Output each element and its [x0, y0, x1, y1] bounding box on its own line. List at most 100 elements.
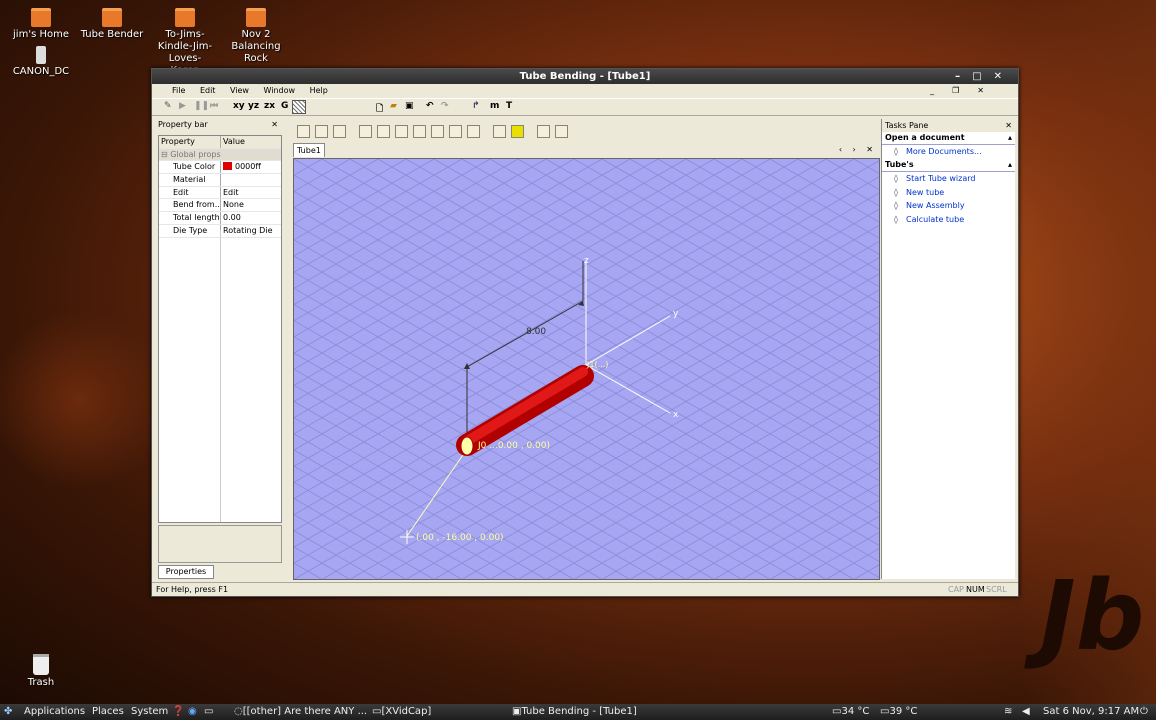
menu-edit[interactable]: Edit	[200, 86, 216, 95]
clock[interactable]: Sat 6 Nov, 9:17 AM	[1043, 704, 1139, 720]
close-button[interactable]: ✕	[994, 71, 1014, 82]
undo-icon[interactable]: ↶	[426, 101, 434, 111]
new-file-icon[interactable]: 🗋	[376, 101, 383, 117]
menu-help[interactable]: Help	[310, 86, 328, 95]
highlight-icon[interactable]	[511, 125, 524, 138]
close-icon[interactable]: ✕	[1005, 119, 1012, 132]
zoom-icon[interactable]	[297, 125, 310, 138]
column-header-value: Value	[223, 137, 245, 146]
wireframe-icon[interactable]	[537, 125, 550, 138]
minimize-button[interactable]: –	[955, 71, 972, 82]
gnome-foot-icon[interactable]: ✤	[4, 704, 12, 720]
wallpaper-shape	[0, 300, 160, 500]
table-row[interactable]: Tube Color 0000ff	[159, 161, 281, 175]
view-xy-button[interactable]: xy	[233, 101, 245, 111]
mdi-restore-button[interactable]: ❐	[952, 86, 965, 95]
measure-m-button[interactable]: m	[490, 101, 499, 111]
taskbar-window-xvidcap[interactable]: ▭ [XVidCap]	[372, 704, 431, 720]
link-new-tube[interactable]: New tube	[882, 186, 1015, 200]
zoom-all-icon[interactable]	[333, 125, 346, 138]
shaded-icon[interactable]	[555, 125, 568, 138]
window-titlebar[interactable]: Tube Bending - [Tube1] –□✕	[152, 69, 1018, 84]
link-new-assembly[interactable]: New Assembly	[882, 199, 1015, 213]
taskbar-window-tube-bending[interactable]: ▣ Tube Bending - [Tube1]	[512, 704, 637, 720]
close-icon[interactable]: ✕	[271, 119, 278, 131]
property-group[interactable]: ⊟ Global props	[159, 148, 281, 162]
rewind-icon[interactable]: ⏮	[210, 101, 218, 111]
play-icon[interactable]: ▶	[179, 101, 186, 111]
desktop-icon-home[interactable]: jim's Home	[5, 8, 77, 41]
pause-icon[interactable]: ❚❚	[194, 101, 209, 111]
desktop-icon-kindle-folder[interactable]: To-Jims-Kindle-Jim-Loves-Karen	[148, 8, 222, 77]
taskbar-window-other[interactable]: ◌ [[other] Are there ANY ...	[234, 704, 367, 720]
desktop-icon-tube-bender[interactable]: Tube Bender	[76, 8, 148, 41]
help-icon[interactable]: ❓	[172, 704, 184, 720]
text-t-button[interactable]: T	[506, 101, 512, 111]
desktop-icon-trash[interactable]: Trash	[5, 654, 77, 689]
link-more-documents[interactable]: More Documents...	[882, 145, 1015, 159]
view-iso-icon[interactable]	[467, 125, 480, 138]
table-row[interactable]: Total length 0.00	[159, 212, 281, 225]
property-name: Bend from...	[159, 199, 221, 212]
menu-file[interactable]: File	[172, 86, 185, 95]
folder-icon	[175, 8, 195, 27]
3d-viewport[interactable]: 8.00 z y x J0 ...0.00 , 0.00) J1(...) (.…	[293, 158, 880, 580]
menu-view[interactable]: View	[230, 86, 249, 95]
taskbar-window-label: [[other] Are there ANY ...	[242, 706, 368, 717]
rotate-icon[interactable]	[493, 125, 506, 138]
tab-properties[interactable]: Properties	[158, 565, 214, 579]
menu-system[interactable]: System	[131, 704, 168, 720]
view-top-icon[interactable]	[431, 125, 444, 138]
dimension-label: 8.00	[526, 327, 546, 337]
grid-g-button[interactable]: G	[281, 101, 288, 111]
menu-window[interactable]: Window	[264, 86, 296, 95]
power-icon[interactable]: ⏻	[1140, 704, 1148, 720]
view-left-icon[interactable]	[395, 125, 408, 138]
property-value[interactable]: Rotating Die	[221, 225, 281, 237]
zoom-window-icon[interactable]	[315, 125, 328, 138]
grid-toggle-icon[interactable]	[292, 100, 306, 114]
volume-icon[interactable]: ◀	[1022, 704, 1030, 720]
section-tubes[interactable]: Tube's ▴	[882, 159, 1015, 172]
property-value[interactable]: None	[221, 199, 281, 211]
view-yz-button[interactable]: yz	[248, 101, 259, 111]
bend-icon[interactable]: ↱	[472, 101, 480, 111]
property-value[interactable]: Edit	[221, 187, 281, 199]
property-value[interactable]	[221, 174, 281, 186]
link-calculate-tube[interactable]: Calculate tube	[882, 213, 1015, 227]
redo-icon[interactable]: ↷	[441, 101, 449, 111]
chevron-up-icon[interactable]: ▴	[1008, 159, 1012, 171]
cpu-temp: ▭ 34 °C	[832, 704, 869, 720]
link-start-tube-wizard[interactable]: Start Tube wizard	[882, 172, 1015, 186]
browser-icon[interactable]: ◉	[188, 704, 197, 720]
status-cap: CAP	[948, 585, 964, 594]
property-value[interactable]: 0.00	[221, 212, 281, 224]
section-open-document[interactable]: Open a document ▴	[882, 132, 1015, 145]
view-zx-button[interactable]: zx	[264, 101, 275, 111]
menu-places[interactable]: Places	[92, 704, 124, 720]
view-bottom-icon[interactable]	[449, 125, 462, 138]
desktop-icon-label: Trash	[27, 677, 55, 688]
app-window: Tube Bending - [Tube1] –□✕ File Edit Vie…	[151, 68, 1019, 597]
tab-scroll-controls[interactable]: ‹ › ✕	[839, 143, 877, 156]
pencil-icon[interactable]: ✎	[164, 101, 172, 111]
table-row[interactable]: Bend from... None	[159, 199, 281, 213]
mdi-close-button[interactable]: ✕	[977, 86, 990, 95]
view-front-icon[interactable]	[359, 125, 372, 138]
mdi-minimize-button[interactable]: _	[930, 86, 940, 95]
desktop-icon-canon-dc[interactable]: CANON_DC	[5, 46, 77, 78]
view-right-icon[interactable]	[413, 125, 426, 138]
table-row[interactable]: Material	[159, 174, 281, 187]
terminal-icon[interactable]: ▭	[204, 704, 213, 720]
maximize-button[interactable]: □	[972, 71, 993, 82]
network-icon[interactable]: ≋	[1004, 704, 1012, 720]
chevron-up-icon[interactable]: ▴	[1008, 132, 1012, 144]
menu-applications[interactable]: Applications	[24, 704, 85, 720]
view-back-icon[interactable]	[377, 125, 390, 138]
property-value[interactable]: 0000ff	[221, 161, 281, 173]
table-row[interactable]: Edit Edit	[159, 186, 281, 200]
save-icon[interactable]: ▣	[405, 101, 414, 111]
tab-tube1[interactable]: Tube1	[293, 143, 325, 157]
open-folder-icon[interactable]: ▰	[390, 101, 397, 111]
desktop-icon-balancing-rock[interactable]: Nov 2 Balancing Rock	[220, 8, 292, 65]
